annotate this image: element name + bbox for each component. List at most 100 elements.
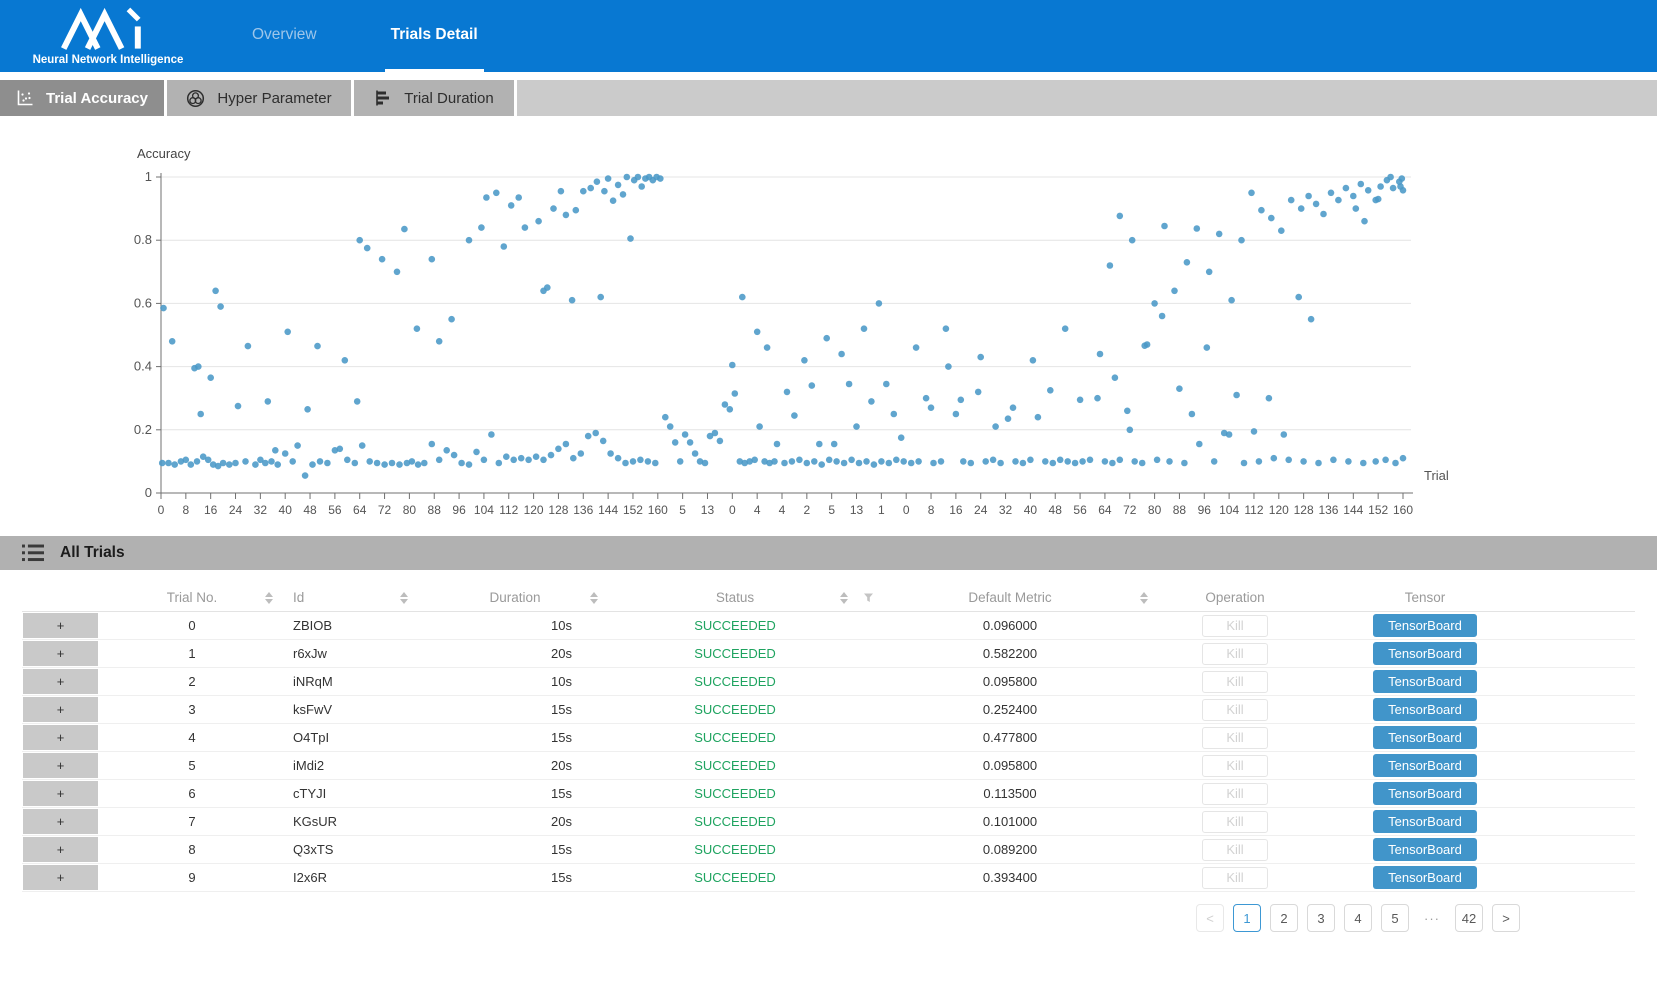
scatter-point[interactable] bbox=[751, 457, 758, 464]
scatter-point[interactable] bbox=[712, 430, 719, 437]
scatter-point[interactable] bbox=[1300, 458, 1307, 465]
scatter-point[interactable] bbox=[992, 423, 999, 430]
scatter-point[interactable] bbox=[1151, 300, 1158, 307]
scatter-point[interactable] bbox=[550, 205, 557, 212]
scatter-point[interactable] bbox=[169, 338, 176, 345]
scatter-point[interactable] bbox=[702, 460, 709, 467]
scatter-point[interactable] bbox=[729, 362, 736, 369]
scatter-point[interactable] bbox=[1079, 458, 1086, 465]
scatter-point[interactable] bbox=[883, 381, 890, 388]
kill-button[interactable]: Kill bbox=[1202, 839, 1268, 861]
scatter-point[interactable] bbox=[555, 446, 562, 453]
scatter-point[interactable] bbox=[652, 460, 659, 467]
scatter-point[interactable] bbox=[1353, 205, 1360, 212]
scatter-point[interactable] bbox=[784, 389, 791, 396]
pagination-page-42[interactable]: 42 bbox=[1455, 904, 1483, 932]
scatter-point[interactable] bbox=[771, 458, 778, 465]
scatter-point[interactable] bbox=[1109, 460, 1116, 467]
scatter-point[interactable] bbox=[908, 460, 915, 467]
scatter-point[interactable] bbox=[732, 390, 739, 397]
scatter-point[interactable] bbox=[893, 457, 900, 464]
scatter-point[interactable] bbox=[1298, 205, 1305, 212]
scatter-point[interactable] bbox=[1345, 458, 1352, 465]
scatter-point[interactable] bbox=[1315, 460, 1322, 467]
scatter-point[interactable] bbox=[592, 430, 599, 437]
scatter-point[interactable] bbox=[272, 447, 279, 454]
scatter-point[interactable] bbox=[265, 398, 272, 405]
scatter-point[interactable] bbox=[448, 316, 455, 323]
scatter-point[interactable] bbox=[235, 403, 242, 410]
scatter-point[interactable] bbox=[268, 458, 275, 465]
tensorboard-button[interactable]: TensorBoard bbox=[1373, 754, 1477, 777]
scatter-point[interactable] bbox=[415, 461, 422, 468]
scatter-point[interactable] bbox=[1295, 294, 1302, 301]
scatter-point[interactable] bbox=[503, 453, 510, 460]
scatter-point[interactable] bbox=[262, 460, 269, 467]
pagination-prev-button[interactable]: < bbox=[1196, 904, 1224, 932]
sort-icon[interactable] bbox=[840, 592, 848, 604]
scatter-point[interactable] bbox=[754, 329, 761, 336]
scatter-point[interactable] bbox=[1062, 325, 1069, 332]
scatter-point[interactable] bbox=[1335, 197, 1342, 204]
scatter-point[interactable] bbox=[409, 458, 416, 465]
expand-row-button[interactable]: + bbox=[22, 780, 99, 807]
scatter-point[interactable] bbox=[1387, 174, 1394, 181]
scatter-point[interactable] bbox=[1305, 193, 1312, 200]
scatter-point[interactable] bbox=[488, 431, 495, 438]
scatter-point[interactable] bbox=[672, 439, 679, 446]
scatter-point[interactable] bbox=[853, 423, 860, 430]
scatter-point[interactable] bbox=[722, 401, 729, 408]
scatter-point[interactable] bbox=[374, 460, 381, 467]
scatter-point[interactable] bbox=[1248, 190, 1255, 197]
scatter-point[interactable] bbox=[1196, 441, 1203, 448]
scatter-point[interactable] bbox=[443, 447, 450, 454]
scatter-point[interactable] bbox=[657, 175, 664, 182]
scatter-point[interactable] bbox=[1057, 457, 1064, 464]
scatter-point[interactable] bbox=[1131, 458, 1138, 465]
pagination-page-1[interactable]: 1 bbox=[1233, 904, 1261, 932]
scatter-point[interactable] bbox=[1129, 237, 1136, 244]
scatter-point[interactable] bbox=[856, 460, 863, 467]
scatter-point[interactable] bbox=[366, 458, 373, 465]
scatter-point[interactable] bbox=[923, 395, 930, 402]
scatter-point[interactable] bbox=[510, 457, 517, 464]
scatter-point[interactable] bbox=[1397, 183, 1404, 190]
scatter-point[interactable] bbox=[818, 461, 825, 468]
scatter-point[interactable] bbox=[578, 450, 585, 457]
scatter-point[interactable] bbox=[508, 202, 515, 209]
scatter-point[interactable] bbox=[194, 458, 201, 465]
pagination-page-3[interactable]: 3 bbox=[1307, 904, 1335, 932]
scatter-point[interactable] bbox=[245, 343, 252, 350]
tab-trial-accuracy[interactable]: Trial Accuracy bbox=[0, 80, 164, 116]
scatter-point[interactable] bbox=[1375, 196, 1382, 203]
kill-button[interactable]: Kill bbox=[1202, 615, 1268, 637]
scatter-point[interactable] bbox=[1072, 460, 1079, 467]
scatter-point[interactable] bbox=[540, 457, 547, 464]
nav-tab-overview[interactable]: Overview bbox=[246, 0, 323, 72]
scatter-point[interactable] bbox=[585, 433, 592, 440]
scatter-point[interactable] bbox=[982, 458, 989, 465]
scatter-point[interactable] bbox=[354, 398, 361, 405]
scatter-point[interactable] bbox=[1159, 313, 1166, 320]
scatter-point[interactable] bbox=[1042, 458, 1049, 465]
scatter-point[interactable] bbox=[1361, 218, 1368, 225]
scatter-point[interactable] bbox=[610, 197, 617, 204]
scatter-point[interactable] bbox=[615, 182, 622, 189]
scatter-point[interactable] bbox=[1343, 185, 1350, 192]
scatter-point[interactable] bbox=[324, 460, 331, 467]
scatter-point[interactable] bbox=[344, 457, 351, 464]
scatter-point[interactable] bbox=[607, 450, 614, 457]
pagination-page-2[interactable]: 2 bbox=[1270, 904, 1298, 932]
scatter-point[interactable] bbox=[1012, 458, 1019, 465]
scatter-point[interactable] bbox=[915, 458, 922, 465]
scatter-point[interactable] bbox=[692, 450, 699, 457]
scatter-point[interactable] bbox=[1399, 175, 1406, 182]
tensorboard-button[interactable]: TensorBoard bbox=[1373, 810, 1477, 833]
scatter-point[interactable] bbox=[833, 458, 840, 465]
scatter-point[interactable] bbox=[878, 458, 885, 465]
scatter-point[interactable] bbox=[863, 458, 870, 465]
scatter-point[interactable] bbox=[205, 457, 212, 464]
tensorboard-button[interactable]: TensorBoard bbox=[1373, 866, 1477, 889]
accuracy-scatter-plot[interactable]: 00.20.40.60.8108162432404856647280889610… bbox=[0, 116, 1657, 536]
kill-button[interactable]: Kill bbox=[1202, 783, 1268, 805]
